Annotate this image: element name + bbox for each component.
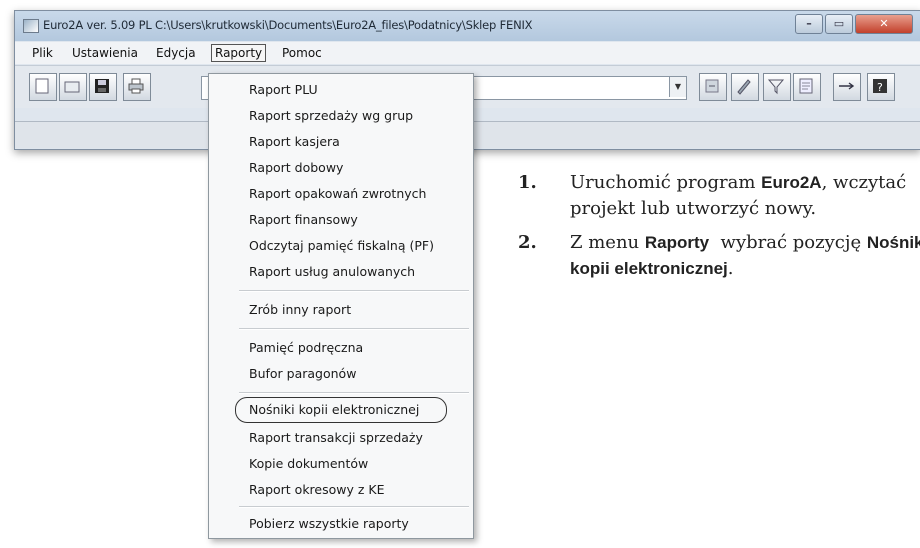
menu-edycja[interactable]: Edycja [153, 45, 199, 61]
menu-bar: Plik Ustawienia Edycja Raporty Pomoc [15, 42, 920, 64]
notes-button[interactable] [793, 73, 821, 101]
minimize-button[interactable]: – [795, 14, 823, 34]
menu-separator [239, 506, 469, 508]
maximize-button[interactable]: ▭ [825, 14, 853, 34]
open-icon [64, 81, 80, 93]
menu-item-raport-sprzedazy-wg-grup[interactable]: Raport sprzedaży wg grup [249, 108, 413, 123]
menu-item-raport-uslug-anulowanych[interactable]: Raport usług anulowanych [249, 264, 415, 279]
step-text-bold: Raporty [644, 233, 710, 252]
step-text-part: Z menu [570, 232, 645, 253]
step-text: Z menu Raporty wybrać pozycję Nośniki ko… [570, 230, 920, 282]
help-icon: ? [873, 79, 887, 94]
menu-item-zrob-inny-raport[interactable]: Zrób inny raport [249, 302, 351, 317]
step-number: 2. [518, 232, 537, 253]
print-icon [128, 78, 144, 94]
menu-pomoc[interactable]: Pomoc [279, 45, 325, 61]
notes-icon [799, 78, 813, 94]
menu-item-odczytaj-pamiec-fiskalna[interactable]: Odczytaj pamięć fiskalną (PF) [249, 238, 434, 253]
menu-separator [239, 290, 469, 292]
menu-item-raport-dobowy[interactable]: Raport dobowy [249, 160, 343, 175]
menu-item-raport-opakowan-zwrotnych[interactable]: Raport opakowań zwrotnych [249, 186, 426, 201]
maximize-icon: ▭ [833, 17, 845, 30]
step-text: Uruchomić program Euro2A, wczytać projek… [570, 170, 920, 222]
menu-item-kopie-dokumentow[interactable]: Kopie dokumentów [249, 456, 368, 471]
menu-ustawienia[interactable]: Ustawienia [69, 45, 141, 61]
import-icon [705, 79, 719, 93]
menu-item-raport-okresowy-z-ke[interactable]: Raport okresowy z KE [249, 482, 385, 497]
app-icon [23, 19, 39, 33]
title-bar[interactable]: Euro2A ver. 5.09 PL C:\Users\krutkowski\… [15, 11, 920, 41]
menu-item-pobierz-wszystkie-raporty[interactable]: Pobierz wszystkie raporty [249, 516, 409, 531]
filter-icon [767, 79, 785, 95]
menu-item-raport-plu[interactable]: Raport PLU [249, 82, 318, 97]
svg-text:?: ? [877, 81, 883, 94]
step-number: 1. [518, 172, 537, 193]
new-icon [35, 78, 49, 94]
menu-separator [239, 328, 469, 330]
usb-button[interactable] [833, 73, 861, 101]
step-text-bold: Euro2A [761, 173, 822, 192]
menu-item-raport-kasjera[interactable]: Raport kasjera [249, 134, 340, 149]
filter-button[interactable] [763, 73, 791, 101]
step-text-part: Uruchomić program [570, 172, 762, 193]
menu-plik[interactable]: Plik [29, 45, 56, 61]
menu-raporty[interactable]: Raporty [211, 44, 267, 62]
menu-item-raport-transakcji-sprzedazy[interactable]: Raport transakcji sprzedaży [249, 430, 423, 445]
window-title: Euro2A ver. 5.09 PL C:\Users\krutkowski\… [43, 18, 533, 32]
instruction-step-2: 2. Z menu Raporty wybrać pozycję Nośniki… [518, 230, 920, 290]
usb-icon [839, 82, 855, 90]
close-icon: ✕ [879, 17, 889, 30]
dropdown-arrow-icon[interactable]: ▼ [669, 77, 686, 97]
help-button[interactable]: ? [867, 73, 895, 101]
menu-separator [239, 392, 469, 394]
save-button[interactable] [89, 73, 117, 101]
save-icon [95, 79, 109, 93]
menu-item-nosniki-kopii-elektronicznej[interactable]: Nośniki kopii elektronicznej [249, 402, 419, 417]
step-text-part: wybrać pozycję [709, 232, 867, 253]
menu-item-pamiec-podreczna[interactable]: Pamięć podręczna [249, 340, 363, 355]
instruction-step-1: 1. Uruchomić program Euro2A, wczytać pro… [518, 170, 918, 230]
edit-icon [737, 79, 751, 95]
edit-button[interactable] [731, 73, 759, 101]
print-button[interactable] [123, 73, 151, 101]
import-button[interactable] [699, 73, 727, 101]
step-text-part: . [727, 258, 734, 279]
new-button[interactable] [29, 73, 57, 101]
open-button[interactable] [59, 73, 87, 101]
close-button[interactable]: ✕ [855, 14, 913, 34]
raporty-menu: Raport PLU Raport sprzedaży wg grup Rapo… [208, 73, 474, 539]
menu-item-raport-finansowy[interactable]: Raport finansowy [249, 212, 358, 227]
minimize-icon: – [806, 17, 812, 30]
menu-item-bufor-paragonow[interactable]: Bufor paragonów [249, 366, 356, 381]
